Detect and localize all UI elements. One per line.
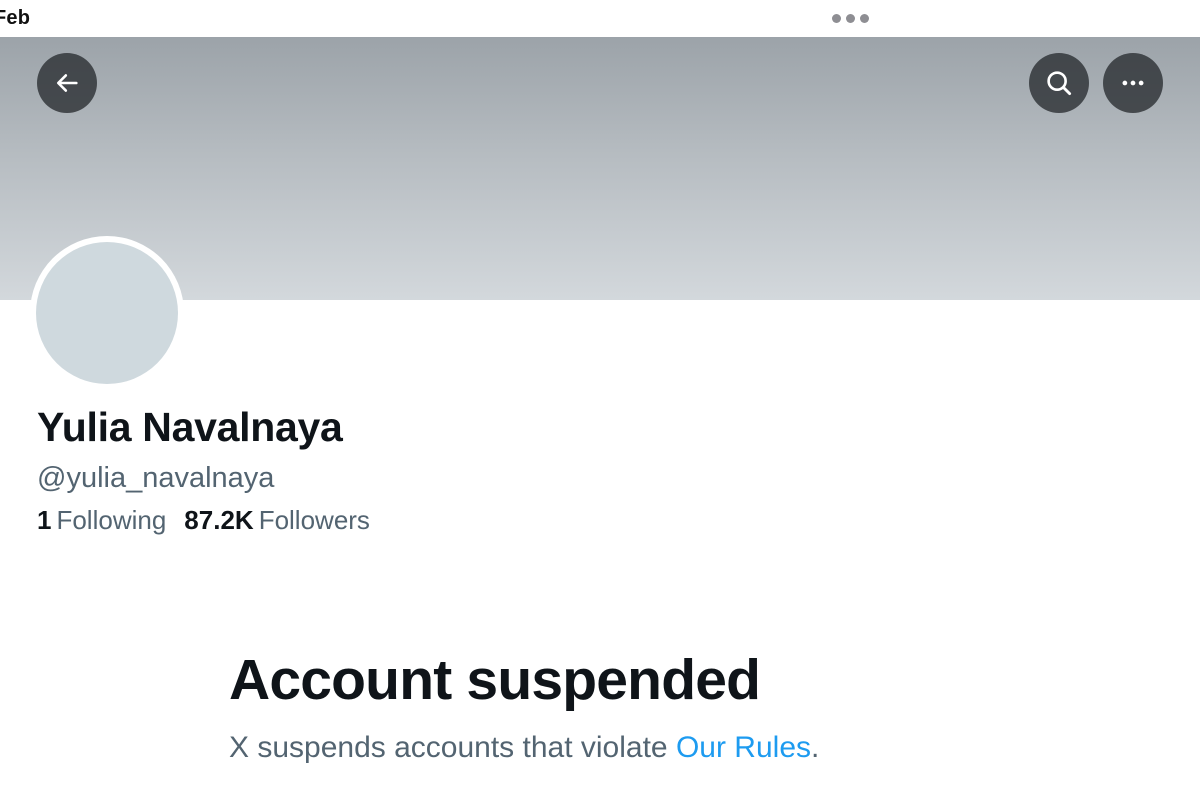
avatar-placeholder	[36, 242, 178, 384]
following-count: 1	[37, 505, 52, 535]
arrow-left-icon	[56, 74, 78, 92]
profile-banner	[0, 37, 1200, 300]
status-date: Feb	[0, 7, 31, 29]
following-label: Following	[56, 505, 167, 535]
followers-link[interactable]: 87.2K Followers	[184, 505, 370, 536]
suspended-message-period: .	[811, 731, 820, 764]
follow-stats: 1 Following 87.2K Followers	[37, 505, 370, 536]
suspended-message: X suspends accounts that violate Our Rul…	[229, 731, 819, 765]
our-rules-link[interactable]: Our Rules	[676, 731, 811, 764]
following-link[interactable]: 1 Following	[37, 505, 166, 536]
search-button[interactable]	[1029, 53, 1089, 113]
back-button[interactable]	[37, 53, 97, 113]
suspended-message-text: X suspends accounts that violate	[229, 731, 676, 764]
more-options-button[interactable]	[1103, 53, 1163, 113]
user-handle: @yulia_navalnaya	[37, 462, 275, 494]
status-bar: Feb	[0, 0, 1200, 37]
followers-count: 87.2K	[184, 505, 254, 535]
profile-page: Feb Yulia Navalnaya @yulia_navalnaya 1 Fo…	[0, 0, 1200, 810]
more-horizontal-icon	[1122, 80, 1144, 86]
followers-label: Followers	[258, 505, 370, 535]
search-icon	[1047, 71, 1072, 96]
avatar[interactable]	[30, 236, 184, 390]
display-name: Yulia Navalnaya	[37, 404, 343, 450]
multitasking-dots-icon[interactable]	[832, 14, 869, 23]
suspended-heading: Account suspended	[229, 648, 761, 712]
